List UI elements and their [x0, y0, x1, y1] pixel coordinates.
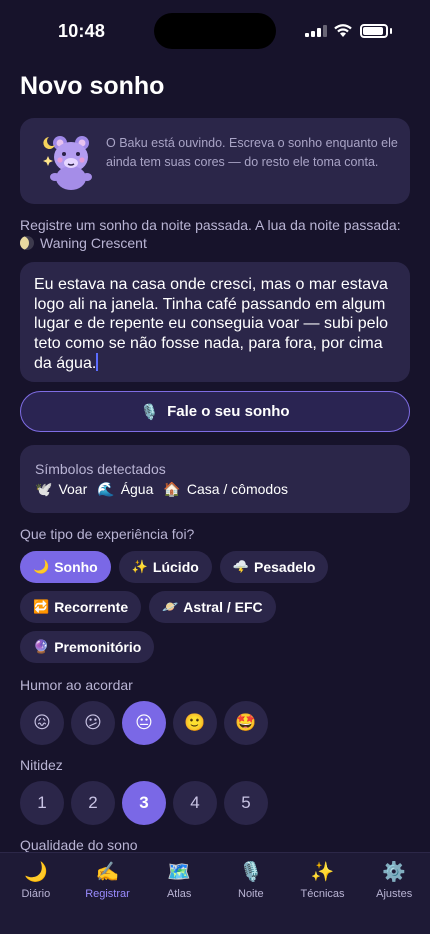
waning-crescent-moon-icon [20, 236, 34, 250]
clarity-option-2[interactable]: 2 [71, 781, 115, 825]
battery-icon [360, 24, 388, 38]
tab-tecnicas[interactable]: ✨ Técnicas [287, 853, 359, 934]
symbols-list: 🕊️ Voar 🌊 Água 🏠 Casa / cômodos [35, 481, 395, 498]
chip-label: Sonho [54, 559, 98, 575]
mood-selector: 😖 😕 😐 🙂 🤩 [20, 701, 410, 745]
chip-label: Astral / EFC [183, 599, 263, 615]
chip-label: Lúcido [152, 559, 199, 575]
tab-ajustes[interactable]: ⚙️ Ajustes [358, 853, 430, 934]
intro-text: Registre um sonho da noite passada. A lu… [20, 216, 410, 252]
tab-bar: 🌙 Diário ✍️ Registrar 🗺️ Atlas 🎙️ Noite ✨ Téc… [0, 852, 430, 934]
mood-option-smile[interactable]: 🙂 [173, 701, 217, 745]
text-cursor [96, 353, 99, 371]
baku-mascot-icon [43, 136, 92, 190]
voice-record-label: Fale o seu sonho [167, 403, 290, 420]
tab-registrar[interactable]: ✍️ Registrar [72, 853, 144, 934]
symbol-label: Casa / cômodos [186, 481, 288, 497]
dream-text: Eu estava na casa onde cresci, mas o mar… [34, 276, 389, 372]
chip-recorrente[interactable]: 🔁 Recorrente [20, 591, 142, 623]
symbol-item: 🌊 Água [97, 481, 153, 498]
symbol-item: 🕊️ Voar [35, 481, 87, 498]
mood-label: Humor ao acordar [20, 677, 133, 693]
chip-label: Pesadelo [254, 559, 316, 575]
chip-astral[interactable]: 🪐 Astral / EFC [149, 591, 276, 623]
mood-option-confused[interactable]: 😕 [71, 701, 115, 745]
wave-icon: 🌊 [97, 481, 115, 497]
chip-sonho[interactable]: 🌙 Sonho [20, 551, 111, 583]
map-icon: 🗺️ [167, 862, 192, 883]
crystal-ball-icon: 🔮 [33, 639, 50, 654]
chip-label: Recorrente [54, 599, 129, 615]
microphone-icon: 🎙️ [140, 403, 160, 421]
symbols-title: Símbolos detectados [35, 461, 166, 477]
sparkles-icon: ✨ [310, 862, 335, 883]
sparkles-icon: ✨ [131, 559, 148, 574]
symbol-item: 🏠 Casa / cômodos [163, 481, 288, 498]
clarity-option-5[interactable]: 5 [224, 781, 268, 825]
clarity-option-4[interactable]: 4 [173, 781, 217, 825]
experience-type-label: Que tipo de experiência foi? [20, 526, 195, 542]
microphone-icon: 🎙️ [239, 862, 263, 883]
tab-label: Técnicas [300, 888, 345, 900]
experience-type-chips: 🌙 Sonho ✨ Lúcido 🌩️ Pesadelo 🔁 Recorrente 🪐 A… [20, 551, 410, 663]
mood-option-star-struck[interactable]: 🤩 [224, 701, 268, 745]
mood-option-neutral[interactable]: 😐 [122, 701, 166, 745]
tab-noite[interactable]: 🎙️ Noite [215, 853, 287, 934]
symbol-label: Água [120, 481, 154, 497]
clarity-selector: 1 2 3 4 5 [20, 781, 410, 825]
baku-card: O Baku está ouvindo. Escreva o sonho enq… [20, 118, 410, 204]
tab-label: Noite [238, 888, 264, 900]
wifi-icon [334, 24, 352, 37]
storm-cloud-icon: 🌩️ [232, 559, 249, 574]
house-icon: 🏠 [163, 481, 181, 497]
moon-icon: 🌙 [24, 862, 48, 883]
cellular-signal-icon [305, 25, 327, 37]
gear-icon: ⚙️ [382, 862, 407, 883]
dynamic-island [154, 13, 276, 49]
writing-hand-icon: ✍️ [95, 862, 120, 883]
clarity-option-1[interactable]: 1 [20, 781, 64, 825]
chip-premonitorio[interactable]: 🔮 Premonitório [20, 631, 155, 663]
mood-option-confounded[interactable]: 😖 [20, 701, 64, 745]
dove-icon: 🕊️ [35, 481, 53, 497]
chip-lucido[interactable]: ✨ Lúcido [118, 551, 212, 583]
symbol-label: Voar [58, 481, 88, 497]
page-title: Novo sonho [20, 72, 165, 100]
tab-label: Diário [21, 888, 51, 900]
status-time: 10:48 [58, 21, 106, 41]
detected-symbols-card: Símbolos detectados 🕊️ Voar 🌊 Água 🏠 Casa /… [20, 445, 410, 513]
intro-instruction: Registre um sonho da noite passada. A lu… [20, 217, 401, 233]
tab-diario[interactable]: 🌙 Diário [0, 853, 72, 934]
clarity-option-3[interactable]: 3 [122, 781, 166, 825]
repeat-icon: 🔁 [33, 599, 50, 614]
status-bar: 10:48 [0, 0, 430, 62]
clarity-label: Nitidez [20, 757, 63, 773]
tab-label: Registrar [85, 888, 130, 900]
main-content: Novo sonho O Baku está ouvindo. Escreva … [20, 62, 410, 853]
tab-label: Ajustes [376, 888, 413, 900]
dream-text-input[interactable]: Eu estava na casa onde cresci, mas o mar… [20, 262, 410, 382]
ringed-planet-icon: 🪐 [162, 599, 179, 614]
moon-phase: Waning Crescent [40, 235, 147, 251]
chip-pesadelo[interactable]: 🌩️ Pesadelo [219, 551, 329, 583]
baku-message: O Baku está ouvindo. Escreva o sonho enq… [106, 136, 398, 169]
tab-atlas[interactable]: 🗺️ Atlas [143, 853, 215, 934]
voice-record-button[interactable]: 🎙️ Fale o seu sonho [20, 391, 410, 432]
battery-tip [390, 28, 392, 34]
chip-label: Premonitório [54, 639, 142, 655]
moon-icon: 🌙 [33, 559, 50, 574]
sleep-quality-label: Qualidade do sono [20, 837, 138, 853]
tab-label: Atlas [166, 888, 192, 900]
